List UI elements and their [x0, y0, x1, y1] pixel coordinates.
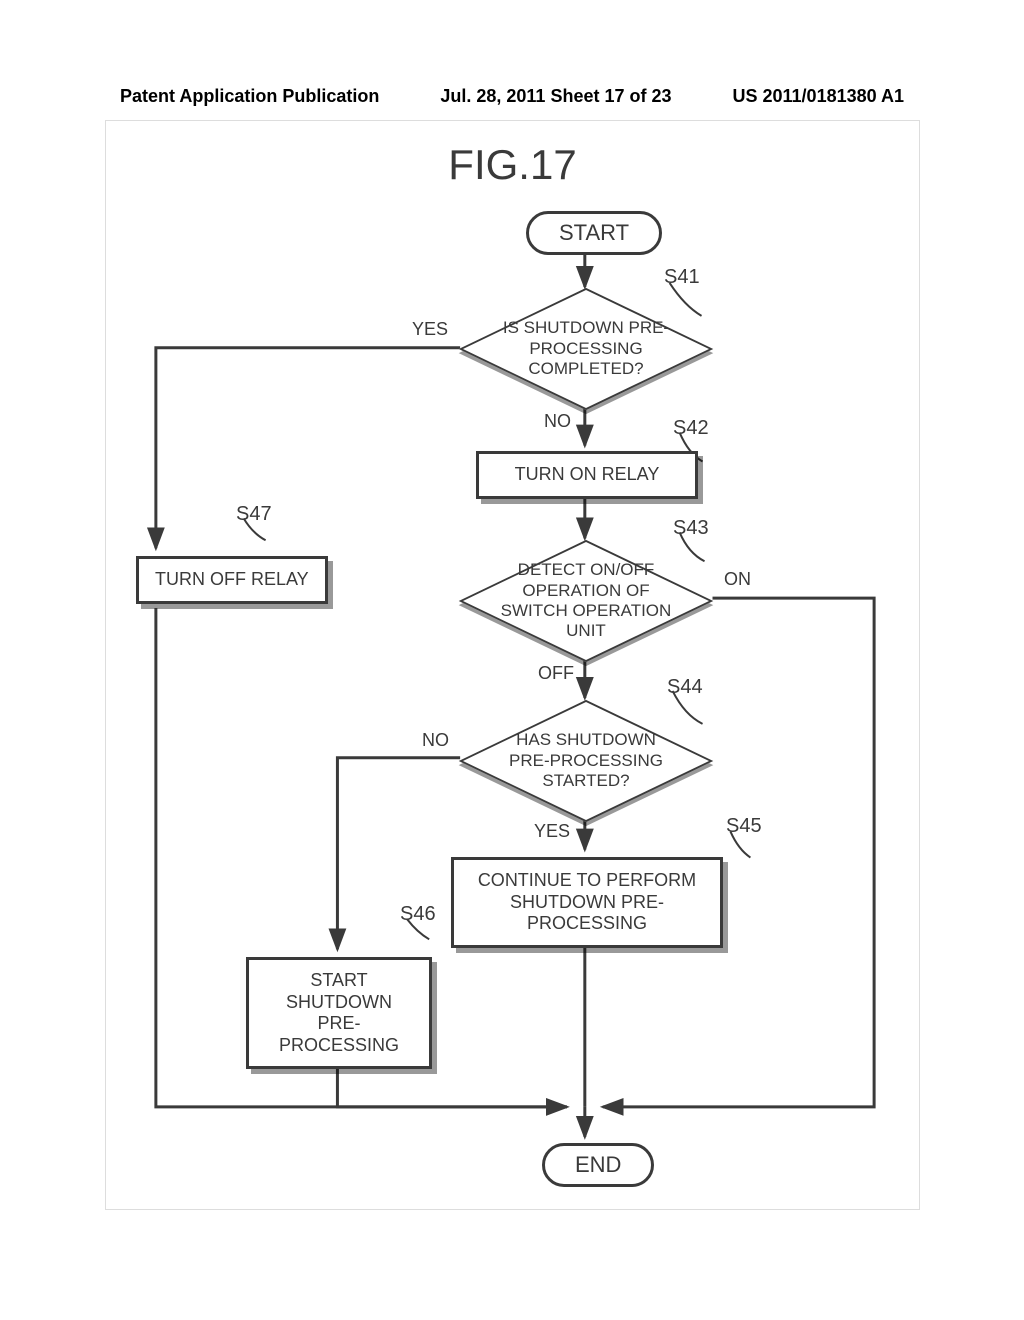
step-s41-label: S41 [664, 266, 700, 289]
decision-s44: HAS SHUTDOWN PRE-PROCESSING STARTED? [456, 701, 716, 821]
step-s44-label: S44 [667, 676, 703, 699]
header-right: US 2011/0181380 A1 [733, 86, 904, 107]
label-no-s44: NO [422, 730, 449, 751]
label-yes-s44: YES [534, 821, 570, 842]
step-s46-label: S46 [400, 903, 436, 926]
label-yes-s41: YES [412, 319, 448, 340]
process-s42: TURN ON RELAY [476, 451, 698, 499]
figure-title: FIG.17 [448, 141, 576, 189]
process-s47: TURN OFF RELAY [136, 556, 328, 604]
flowchart-connectors [106, 121, 919, 1209]
header-left: Patent Application Publication [120, 86, 379, 107]
label-no-s41: NO [544, 411, 571, 432]
process-s46: START SHUTDOWN PRE-PROCESSING [246, 957, 432, 1069]
header-center: Jul. 28, 2011 Sheet 17 of 23 [440, 86, 671, 107]
decision-s43: DETECT ON/OFF OPERATION OF SWITCH OPERAT… [456, 541, 716, 661]
label-on-s43: ON [724, 569, 751, 590]
step-s47-label: S47 [236, 503, 272, 526]
patent-header: Patent Application Publication Jul. 28, … [0, 86, 1024, 107]
decision-s41: IS SHUTDOWN PRE-PROCESSING COMPLETED? [456, 289, 716, 409]
label-off-s43: OFF [538, 663, 574, 684]
process-s45: CONTINUE TO PERFORM SHUTDOWN PRE-PROCESS… [451, 857, 723, 948]
start-terminal: START [526, 211, 662, 255]
step-s42-label: S42 [673, 417, 709, 440]
decision-s41-text: IS SHUTDOWN PRE-PROCESSING COMPLETED? [456, 289, 716, 409]
decision-s44-text: HAS SHUTDOWN PRE-PROCESSING STARTED? [456, 701, 716, 821]
decision-s43-text: DETECT ON/OFF OPERATION OF SWITCH OPERAT… [456, 541, 716, 661]
step-s45-label: S45 [726, 815, 762, 838]
end-terminal: END [542, 1143, 654, 1187]
step-s43-label: S43 [673, 517, 709, 540]
figure-area: FIG.17 [105, 120, 920, 1210]
